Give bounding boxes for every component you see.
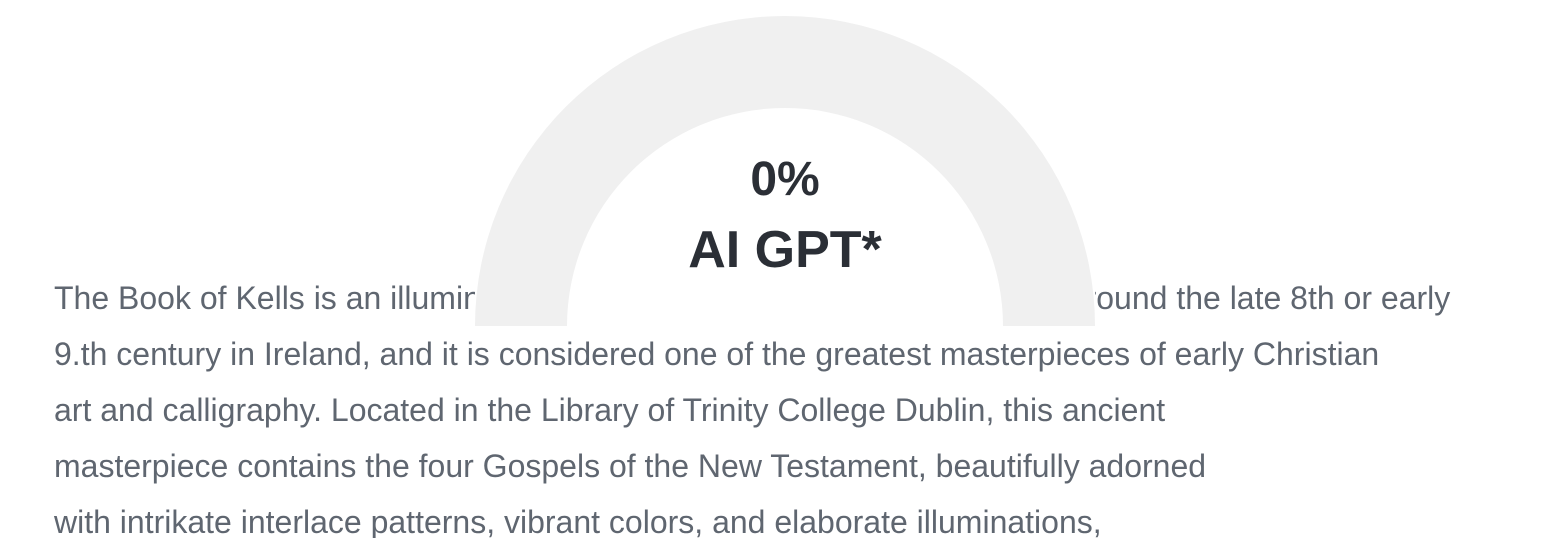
article-line: 9.th century in Ireland, and it is consi… (54, 336, 1380, 372)
article-line: art and calligraphy. Located in the Libr… (54, 392, 1166, 428)
ai-score-gauge: 0% AI GPT* (475, 16, 1095, 326)
page: The Book of Kells is an illuminated manu… (0, 0, 1548, 538)
article-line: with intrikate interlace patterns, vibra… (54, 504, 1102, 538)
gauge-label: AI GPT* (688, 221, 882, 279)
gauge-percent-value: 0% (750, 153, 820, 206)
article-line: masterpiece contains the four Gospels of… (54, 448, 1207, 484)
